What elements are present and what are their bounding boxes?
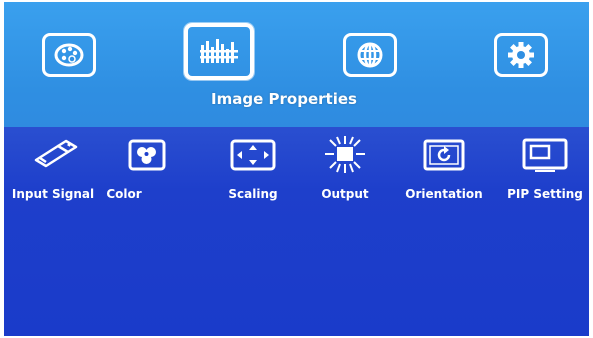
top-menu-palette[interactable]: [42, 33, 96, 77]
sub-menu-label: Color: [106, 187, 142, 201]
sun-output-icon: [295, 135, 395, 175]
sub-menu-label: Scaling: [228, 187, 278, 201]
equalizer-icon: [197, 35, 241, 69]
sub-menu-label: Output: [321, 187, 369, 201]
sub-menu-orientation[interactable]: Orientation: [394, 135, 494, 201]
usb-plug-icon: [4, 135, 103, 175]
scaling-arrows-icon: [203, 135, 303, 175]
osd-screen: Image Properties Input Signal Color Scal…: [4, 2, 589, 336]
menu-title: Image Properties: [211, 90, 357, 108]
pip-window-icon: [495, 135, 589, 175]
top-menu-image-properties[interactable]: [184, 23, 254, 80]
sub-menu-label: Orientation: [405, 187, 483, 201]
top-menu-bar: Image Properties: [4, 2, 589, 127]
top-menu-settings[interactable]: [494, 33, 548, 77]
globe-icon: [353, 41, 387, 69]
sub-menu-scaling[interactable]: Scaling: [203, 135, 303, 201]
sub-menu-pip-setting[interactable]: PIP Setting: [495, 135, 589, 201]
color-circles-icon: [97, 135, 197, 175]
sub-menu-color[interactable]: Color: [97, 135, 197, 201]
rotate-screen-icon: [394, 135, 494, 175]
sub-menu-output[interactable]: Output: [295, 135, 395, 201]
sub-menu-area: Input Signal Color Scaling Output Orient…: [4, 127, 589, 336]
palette-icon: [52, 41, 86, 69]
top-menu-globe[interactable]: [343, 33, 397, 77]
sub-menu-label: PIP Setting: [507, 187, 583, 201]
gear-icon: [506, 40, 536, 70]
